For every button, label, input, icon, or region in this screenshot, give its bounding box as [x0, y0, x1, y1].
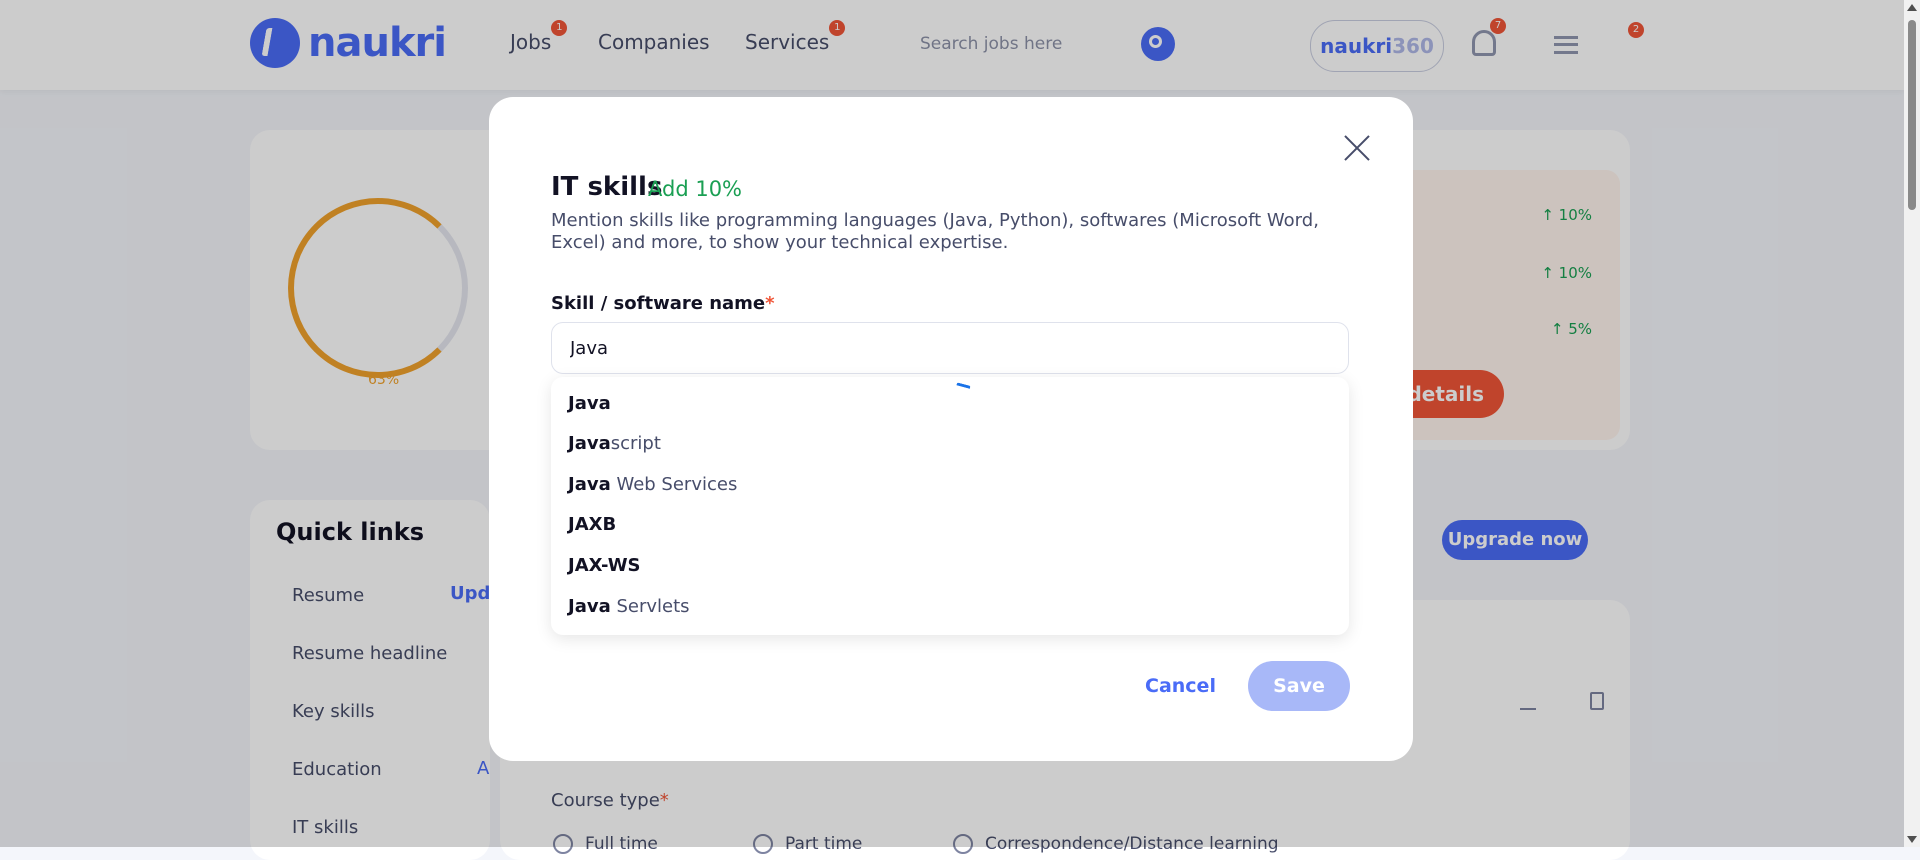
suggestion-jaxb[interactable]: JAXB — [568, 505, 616, 545]
suggestion-rest: Web Services — [610, 474, 738, 495]
suggestion-rest: Servlets — [610, 596, 690, 617]
suggestion-java-servlets[interactable]: Java Servlets — [568, 587, 690, 627]
skill-name-label: Skill / software name* — [551, 293, 775, 314]
suggestion-rest: script — [610, 433, 661, 454]
skill-name-label-text: Skill / software name — [551, 293, 766, 314]
suggestion-jax-ws[interactable]: JAX-WS — [568, 546, 641, 586]
required-mark: * — [765, 293, 775, 314]
suggestion-match: JAX-WS — [568, 555, 641, 576]
page-scrollbar[interactable] — [1904, 0, 1920, 847]
it-skills-modal: IT skills Add 10% Mention skills like pr… — [489, 97, 1413, 761]
skill-suggestions-dropdown: Java Javascript Java Web Services JAXB J… — [551, 377, 1349, 635]
suggestion-java-web-services[interactable]: Java Web Services — [568, 465, 737, 505]
scroll-up-arrow-icon[interactable] — [1907, 4, 1917, 11]
cancel-button[interactable]: Cancel — [1145, 675, 1216, 697]
scrollbar-thumb[interactable] — [1908, 20, 1916, 210]
suggestion-match: JAXB — [568, 514, 617, 535]
modal-boost-badge: Add 10% — [648, 177, 743, 201]
save-button[interactable]: Save — [1248, 661, 1350, 711]
close-icon[interactable] — [1343, 134, 1371, 162]
scroll-down-arrow-icon[interactable] — [1907, 836, 1917, 843]
suggestion-match: Java — [568, 596, 611, 617]
suggestion-match: Java — [568, 393, 611, 414]
suggestion-javascript[interactable]: Javascript — [568, 424, 661, 464]
suggestion-match: Java — [568, 433, 611, 454]
skill-name-input[interactable] — [551, 322, 1349, 374]
modal-description: Mention skills like programming language… — [551, 210, 1319, 253]
modal-title: IT skills — [551, 172, 663, 202]
suggestion-match: Java — [568, 474, 611, 495]
suggestion-java[interactable]: Java — [568, 384, 611, 424]
